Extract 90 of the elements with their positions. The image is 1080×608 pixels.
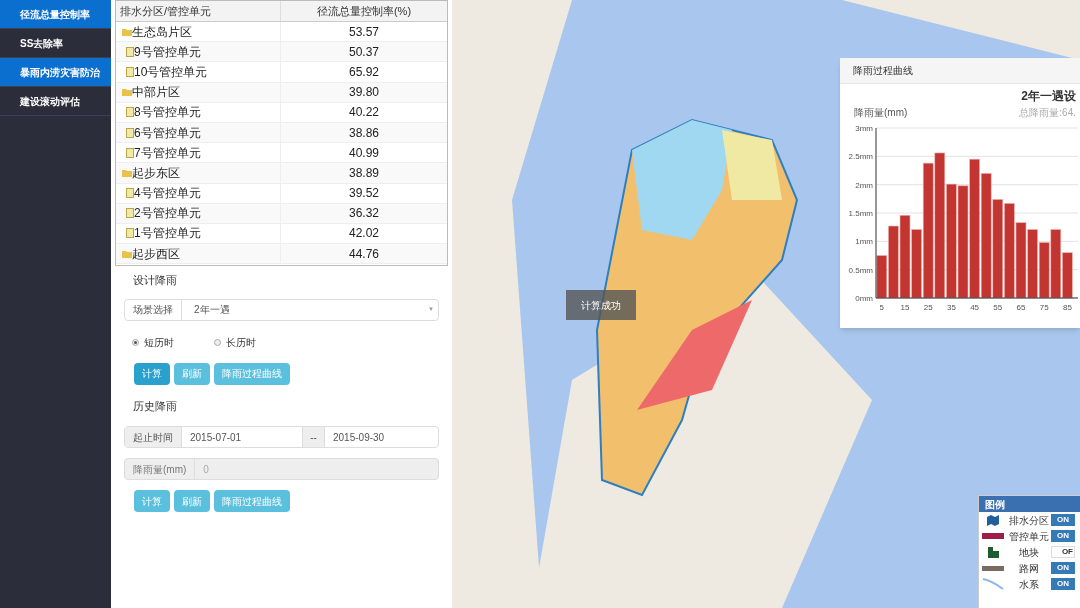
toggle-switch[interactable]: ON <box>1051 562 1075 574</box>
legend-label: 地块 <box>1018 545 1040 560</box>
document-icon <box>126 188 134 199</box>
tick-label: 2.5mm <box>848 152 873 162</box>
table-cell-text: 38.86 <box>349 124 379 142</box>
toggle-switch[interactable]: ON <box>1051 530 1075 542</box>
radio-button[interactable] <box>132 338 139 346</box>
column-header: 排水分区/管控单元 <box>116 1 281 21</box>
tick-label: 45 <box>970 303 980 312</box>
table-cell-text: 2号管控单元 <box>134 205 201 223</box>
radio-option[interactable]: 长历时 <box>214 334 256 350</box>
tick-label: 15 <box>900 303 910 312</box>
folder-icon <box>122 88 132 97</box>
table-cell-text: 7号管控单元 <box>134 144 201 162</box>
table-cell-text: 39.52 <box>349 185 379 203</box>
toggle-switch[interactable]: ON <box>1051 578 1075 590</box>
table-cell-text: 4号管控单元 <box>134 185 201 203</box>
table-cell-text: 65.92 <box>349 63 379 81</box>
bar <box>1027 229 1038 299</box>
tick-label: 0mm <box>855 294 873 303</box>
tick-label: 65 <box>1016 303 1026 312</box>
tick-label: 25 <box>923 303 933 312</box>
map-icon <box>987 514 999 526</box>
table-cell-text: 53.57 <box>349 23 379 41</box>
axis-label: 降雨量(mm) <box>854 107 908 118</box>
document-icon <box>126 66 134 77</box>
table-cell-text: 38.89 <box>349 164 379 182</box>
table-cell-text: 39.80 <box>349 84 379 102</box>
nav-item[interactable]: 暴雨内涝灾害防治 <box>0 58 111 87</box>
table-cell-text: 1号管控单元 <box>134 225 201 243</box>
tick-label: 5 <box>879 303 885 312</box>
chart-subtitle: 总降雨量:64. <box>1019 107 1076 118</box>
radio-label: 短历时 <box>144 335 174 350</box>
document-icon <box>126 208 134 219</box>
table-cell-text: 44.76 <box>349 245 379 263</box>
chart-title: 2年一遇设 <box>1021 89 1076 103</box>
legend-label: 水系 <box>1018 577 1040 592</box>
table-cell-text: 40.22 <box>349 104 379 122</box>
legend-label: 管控单元 <box>1008 529 1050 544</box>
document-icon <box>126 46 134 57</box>
field-label: 场景选择 <box>125 299 182 320</box>
table-cell-text: 生态岛片区 <box>132 23 192 41</box>
tick-label: 3mm <box>855 124 873 133</box>
legend-label: 路网 <box>1018 561 1040 576</box>
toast-message: 计算成功 <box>566 290 636 320</box>
tick-label: 0.5mm <box>848 265 873 275</box>
folder-icon <box>122 249 132 258</box>
swatch-icon <box>982 533 1004 539</box>
table-cell-text: 起步西区 <box>132 245 180 263</box>
action-button[interactable]: 计算 <box>134 362 170 385</box>
toggle-switch[interactable]: ON <box>1051 514 1075 526</box>
swatch-icon <box>982 565 1004 571</box>
table-cell-text: 6号管控单元 <box>134 124 201 142</box>
folder-icon <box>122 168 132 177</box>
parcel-icon <box>987 546 999 558</box>
column-header: 径流总量控制率(%) <box>315 3 413 19</box>
table-cell-text: 50.37 <box>349 43 379 61</box>
legend-label: 排水分区 <box>1008 513 1050 528</box>
legend-title: 图例 <box>979 496 1080 512</box>
nav-item[interactable]: 径流总量控制率 <box>0 0 111 29</box>
section-title: 设计降雨 <box>132 273 178 288</box>
select-value: 2年一遇 <box>193 303 231 317</box>
document-icon <box>126 127 134 138</box>
tick-label: 2mm <box>855 180 873 190</box>
tick-label: 1mm <box>855 237 873 247</box>
table-cell-text: 36.32 <box>349 205 379 223</box>
table-cell-text: 10号管控单元 <box>134 63 208 81</box>
table-cell-text: 42.02 <box>349 225 379 243</box>
table-cell-text: 起步东区 <box>132 164 180 182</box>
table-cell-text: 9号管控单元 <box>134 43 201 61</box>
table-cell-text: 中部片区 <box>132 84 180 102</box>
tick-label: 35 <box>946 303 956 312</box>
radio-button[interactable] <box>214 338 221 346</box>
toggle-switch[interactable]: OF <box>1051 546 1075 558</box>
section-title: 历史降雨 <box>132 398 178 414</box>
tick-label: 75 <box>1039 303 1049 312</box>
document-icon <box>126 228 134 239</box>
document-icon <box>126 107 134 118</box>
table-cell-text: 40.99 <box>349 144 379 162</box>
bar <box>1038 242 1050 299</box>
document-icon <box>126 147 134 158</box>
panel-title: 降雨过程曲线 <box>840 58 1080 84</box>
radio-label: 长历时 <box>226 335 256 350</box>
tick-label: 1.5mm <box>848 209 873 218</box>
line-icon <box>982 578 1004 590</box>
tick-label: 55 <box>993 303 1003 312</box>
folder-icon <box>122 27 132 36</box>
table-cell-text: 8号管控单元 <box>134 104 201 122</box>
tick-label: 85 <box>1062 303 1072 312</box>
radio-option[interactable]: 短历时 <box>132 334 174 350</box>
